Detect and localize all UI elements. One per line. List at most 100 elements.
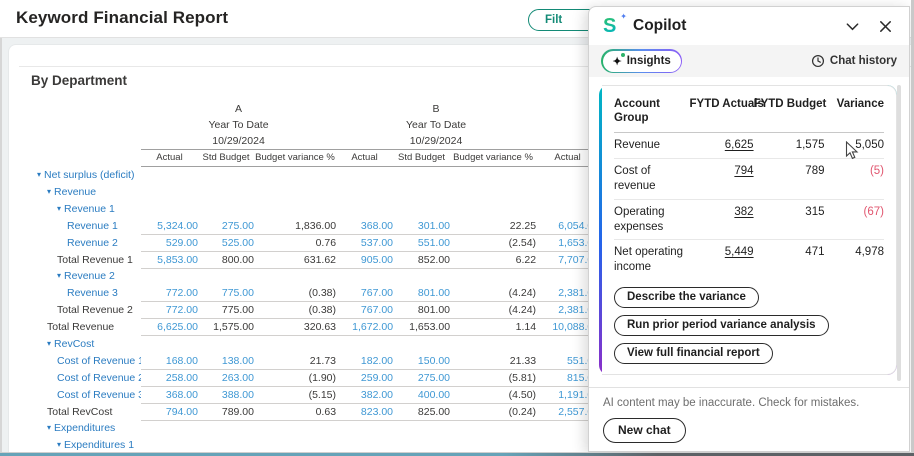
row-label[interactable]: Cost of Revenue 3 <box>9 386 141 403</box>
value-cell <box>141 268 198 285</box>
fytd-actuals-cell: 6,625 <box>690 132 754 158</box>
insights-button[interactable]: ✦ Insights <box>601 49 682 73</box>
value-cell[interactable]: 529.00 <box>141 234 198 251</box>
row-label[interactable]: ▾Revenue 2 <box>9 268 141 285</box>
date-label: 10/29/2024 <box>141 133 336 150</box>
value-cell[interactable]: 6,625.00 <box>141 319 198 336</box>
collapse-arrow-icon[interactable]: ▾ <box>57 271 61 280</box>
value-cell[interactable]: 772.00 <box>141 302 198 319</box>
collapse-arrow-icon[interactable]: ▾ <box>47 339 51 348</box>
suggestion-button[interactable]: Run prior period variance analysis <box>614 315 829 336</box>
table-row: Total RevCost794.00789.000.63823.00825.0… <box>9 403 599 420</box>
row-label[interactable]: Cost of Revenue 2 <box>9 369 141 386</box>
row-label[interactable]: ▾Revenue <box>9 184 141 201</box>
table-row: Revenue 2529.00525.000.76537.00551.00(2.… <box>9 234 599 251</box>
row-label[interactable]: ▾Expenditures 1 <box>9 437 141 452</box>
value-cell[interactable]: 382.00 <box>336 386 393 403</box>
value-cell: (0.24) <box>450 403 536 420</box>
row-label[interactable]: Revenue 2 <box>9 234 141 251</box>
row-label[interactable]: Revenue 3 <box>9 285 141 302</box>
value-cell[interactable]: 400.00 <box>393 386 450 403</box>
value-cell[interactable]: 794.00 <box>141 403 198 420</box>
fytd-actuals-cell: 382 <box>690 199 754 240</box>
value-cell <box>336 437 393 452</box>
table-row: Total Revenue6,625.001,575.00320.631,672… <box>9 319 599 336</box>
value-cell[interactable]: 368.00 <box>141 386 198 403</box>
row-label[interactable]: ▾RevCost <box>9 336 141 353</box>
chevron-down-icon[interactable] <box>843 17 862 36</box>
value-cell <box>393 201 450 218</box>
value-cell[interactable]: 150.00 <box>393 353 450 370</box>
app-window: Keyword Financial Report Filt By Departm… <box>0 0 914 456</box>
value-cell: 1,653.00 <box>393 319 450 336</box>
row-label[interactable]: ▾Revenue 1 <box>9 201 141 218</box>
value-cell <box>198 420 254 437</box>
value-cell: (2.54) <box>450 234 536 251</box>
value-cell[interactable]: 5,853.00 <box>141 251 198 268</box>
value-cell[interactable]: 775.00 <box>198 285 254 302</box>
value-cell <box>450 268 536 285</box>
value-cell[interactable]: 263.00 <box>198 369 254 386</box>
value-cell <box>393 184 450 201</box>
column-group-letter: A <box>141 101 336 117</box>
value-cell[interactable]: 275.00 <box>393 369 450 386</box>
value-cell[interactable]: 767.00 <box>336 285 393 302</box>
value-cell <box>254 268 336 285</box>
value-cell <box>450 167 536 184</box>
corner-cell <box>9 133 141 150</box>
chat-history-button[interactable]: Chat history <box>811 54 897 68</box>
value-cell[interactable]: 525.00 <box>198 234 254 251</box>
value-cell <box>336 336 393 353</box>
collapse-arrow-icon[interactable]: ▾ <box>47 187 51 196</box>
value-cell[interactable]: 275.00 <box>198 218 254 235</box>
value-cell[interactable]: 801.00 <box>393 285 450 302</box>
copilot-column-header: Variance <box>824 92 884 132</box>
value-cell <box>198 167 254 184</box>
subheader-budget-variance-: Budget variance % <box>254 150 336 167</box>
value-cell: 6.22 <box>450 251 536 268</box>
value-cell[interactable]: 823.00 <box>336 403 393 420</box>
value-cell[interactable]: 551.00 <box>393 234 450 251</box>
row-label[interactable]: ▾Net surplus (deficit) <box>9 167 141 184</box>
value-cell[interactable]: 905.00 <box>336 251 393 268</box>
variance-cell: (67) <box>824 199 884 240</box>
value-cell <box>198 201 254 218</box>
value-cell <box>336 420 393 437</box>
value-cell[interactable]: 5,324.00 <box>141 218 198 235</box>
value-cell[interactable]: 767.00 <box>336 302 393 319</box>
suggestion-button[interactable]: Describe the variance <box>614 287 759 308</box>
value-cell[interactable]: 1,672.00 <box>336 319 393 336</box>
new-chat-button[interactable]: New chat <box>603 418 686 443</box>
collapse-arrow-icon[interactable]: ▾ <box>47 423 51 432</box>
collapse-arrow-icon[interactable]: ▾ <box>57 440 61 449</box>
value-cell[interactable]: 301.00 <box>393 218 450 235</box>
value-cell: 789.00 <box>198 403 254 420</box>
table-row: Revenue 3772.00775.00(0.38)767.00801.00(… <box>9 285 599 302</box>
fytd-actuals-link[interactable]: 6,625 <box>725 139 754 151</box>
table-row: ▾Expenditures 1 <box>9 437 599 452</box>
fytd-actuals-link[interactable]: 794 <box>734 165 753 177</box>
collapse-arrow-icon[interactable]: ▾ <box>57 204 61 213</box>
row-label[interactable]: ▾Expenditures <box>9 420 141 437</box>
value-cell[interactable]: 368.00 <box>336 218 393 235</box>
value-cell[interactable]: 772.00 <box>141 285 198 302</box>
value-cell[interactable]: 258.00 <box>141 369 198 386</box>
value-cell[interactable]: 182.00 <box>336 353 393 370</box>
value-cell: 1,575.00 <box>198 319 254 336</box>
value-cell[interactable]: 388.00 <box>198 386 254 403</box>
fytd-actuals-link[interactable]: 382 <box>734 206 753 218</box>
close-icon[interactable] <box>876 17 895 36</box>
value-cell[interactable]: 259.00 <box>336 369 393 386</box>
suggestion-button[interactable]: View full financial report <box>614 343 773 364</box>
value-cell[interactable]: 537.00 <box>336 234 393 251</box>
row-label[interactable]: Cost of Revenue 1 <box>9 353 141 370</box>
value-cell[interactable]: 168.00 <box>141 353 198 370</box>
value-cell <box>198 268 254 285</box>
collapse-arrow-icon[interactable]: ▾ <box>37 170 41 179</box>
value-cell: 22.25 <box>450 218 536 235</box>
value-cell[interactable]: 138.00 <box>198 353 254 370</box>
fytd-actuals-link[interactable]: 5,449 <box>725 246 754 258</box>
copilot-scrollbar[interactable] <box>897 85 901 381</box>
row-label[interactable]: Revenue 1 <box>9 218 141 235</box>
value-cell <box>393 167 450 184</box>
